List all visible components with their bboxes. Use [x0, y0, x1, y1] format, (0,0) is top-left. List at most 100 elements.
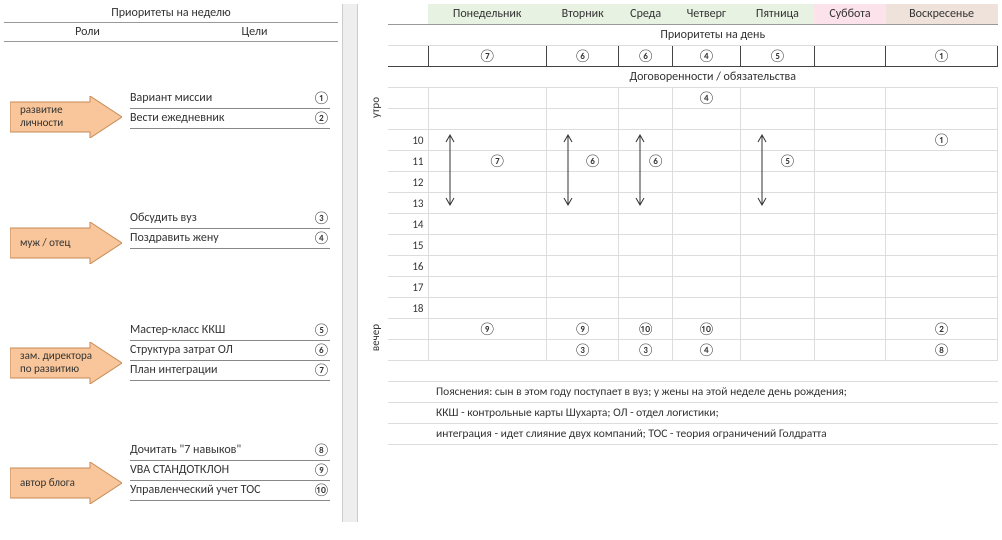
schedule-cell: ①	[886, 130, 998, 151]
schedule-cell	[428, 340, 546, 361]
schedule-cell	[546, 235, 619, 256]
schedule-cell: ③	[546, 340, 619, 361]
goal-row: Вариант миссии①	[130, 88, 330, 109]
schedule-cell	[619, 172, 672, 193]
goal-text: Вести ежедневник	[130, 111, 306, 125]
schedule-cell: ④	[672, 340, 740, 361]
schedule-cell	[546, 130, 619, 151]
schedule-cell	[814, 130, 885, 151]
schedule-cell	[428, 88, 546, 109]
schedule-cell	[546, 277, 619, 298]
schedule-cell: ⑨	[546, 319, 619, 340]
schedule-cell	[814, 277, 885, 298]
role-arrow: муж / отец	[10, 222, 122, 264]
schedule-cell	[740, 319, 814, 340]
day-header: Среда	[619, 4, 672, 25]
schedule-cell	[740, 256, 814, 277]
schedule-cell: ⑥	[619, 151, 672, 172]
morning-label: утро	[362, 88, 388, 130]
schedule-cell	[886, 256, 998, 277]
goal-number: ⑦	[306, 363, 330, 378]
goal-row: Дочитать "7 навыков"⑧	[130, 440, 330, 461]
schedule-cell	[672, 130, 740, 151]
goal-text: Мастер-класс ККШ	[130, 323, 306, 337]
schedule-cell	[619, 193, 672, 214]
schedule-cell	[672, 256, 740, 277]
notes-line: интеграция - идет слияние двух компаний;…	[428, 424, 998, 445]
schedule-cell	[814, 172, 885, 193]
role-arrow: развитие личности	[10, 96, 122, 138]
goal-row: VBA СТАНДОТКЛОН⑨	[130, 460, 330, 481]
col-goals: Цели	[171, 23, 338, 41]
hour-label: 11	[388, 151, 428, 172]
role-label: зам. директора по развитию	[20, 342, 98, 384]
schedule-cell	[886, 172, 998, 193]
schedule-cell	[886, 235, 998, 256]
schedule-cell	[740, 277, 814, 298]
schedule-cell	[814, 214, 885, 235]
schedule-cell	[740, 88, 814, 109]
schedule-cell	[814, 340, 885, 361]
schedule-cell	[740, 340, 814, 361]
day-prio-title: Приоритеты на день	[428, 25, 998, 46]
schedule-cell	[428, 130, 546, 151]
schedule-cell	[886, 151, 998, 172]
schedule-cell	[546, 256, 619, 277]
schedule-cell: ⑩	[672, 319, 740, 340]
schedule-cell: ⑥	[546, 151, 619, 172]
goal-text: Поздравить жену	[130, 231, 306, 245]
schedule-cell	[814, 319, 885, 340]
schedule-cell	[672, 235, 740, 256]
schedule-cell	[740, 130, 814, 151]
schedule-cell	[546, 172, 619, 193]
goal-text: Дочитать "7 навыков"	[130, 443, 306, 457]
notes-line: ККШ - контрольные карты Шухарта; ОЛ - от…	[428, 403, 998, 424]
hour-label: 10	[388, 130, 428, 151]
schedule-cell	[814, 193, 885, 214]
schedule-cell	[672, 298, 740, 319]
schedule-cell	[619, 298, 672, 319]
col-roles: Роли	[4, 23, 171, 41]
goal-number: ①	[306, 91, 330, 106]
goal-row: Структура затрат ОЛ⑥	[130, 340, 330, 361]
schedule-cell	[886, 277, 998, 298]
day-prio-cell	[814, 46, 885, 67]
schedule-cell: ④	[672, 88, 740, 109]
goal-row: Вести ежедневник②	[130, 108, 330, 129]
schedule-cell	[428, 298, 546, 319]
schedule-cell	[672, 277, 740, 298]
hour-label: 16	[388, 256, 428, 277]
schedule-cell	[672, 172, 740, 193]
schedule-cell: ⑨	[428, 319, 546, 340]
commit-title: Договоренности / обязательства	[428, 67, 998, 88]
role-label: развитие личности	[20, 96, 98, 138]
schedule-cell: ⑩	[619, 319, 672, 340]
schedule-cell	[619, 88, 672, 109]
schedule-cell	[619, 235, 672, 256]
schedule-cell	[814, 256, 885, 277]
schedule-cell: ⑧	[886, 340, 998, 361]
schedule-cell	[740, 298, 814, 319]
goal-text: Структура затрат ОЛ	[130, 343, 306, 357]
hour-label: 13	[388, 193, 428, 214]
goal-text: VBA СТАНДОТКЛОН	[130, 463, 306, 477]
schedule-cell	[814, 88, 885, 109]
schedule-cell	[672, 151, 740, 172]
role-label: автор блога	[20, 462, 98, 504]
goal-text: Обсудить вуз	[130, 211, 306, 225]
schedule-cell	[814, 151, 885, 172]
hour-label: 14	[388, 214, 428, 235]
day-prio-cell: ⑦	[428, 46, 546, 67]
schedule-cell: ②	[886, 319, 998, 340]
goal-number: ④	[306, 231, 330, 246]
day-prio-cell: ⑥	[546, 46, 619, 67]
role-arrow: зам. директора по развитию	[10, 342, 122, 384]
goal-text: План интеграции	[130, 363, 306, 377]
goal-row: Обсудить вуз③	[130, 208, 330, 229]
schedule-cell	[546, 214, 619, 235]
schedule-cell	[619, 256, 672, 277]
day-prio-cell: ④	[672, 46, 740, 67]
schedule-cell	[619, 130, 672, 151]
goal-text: Управленческий учет ТОС	[130, 483, 306, 497]
goal-number: ⑩	[306, 483, 330, 498]
